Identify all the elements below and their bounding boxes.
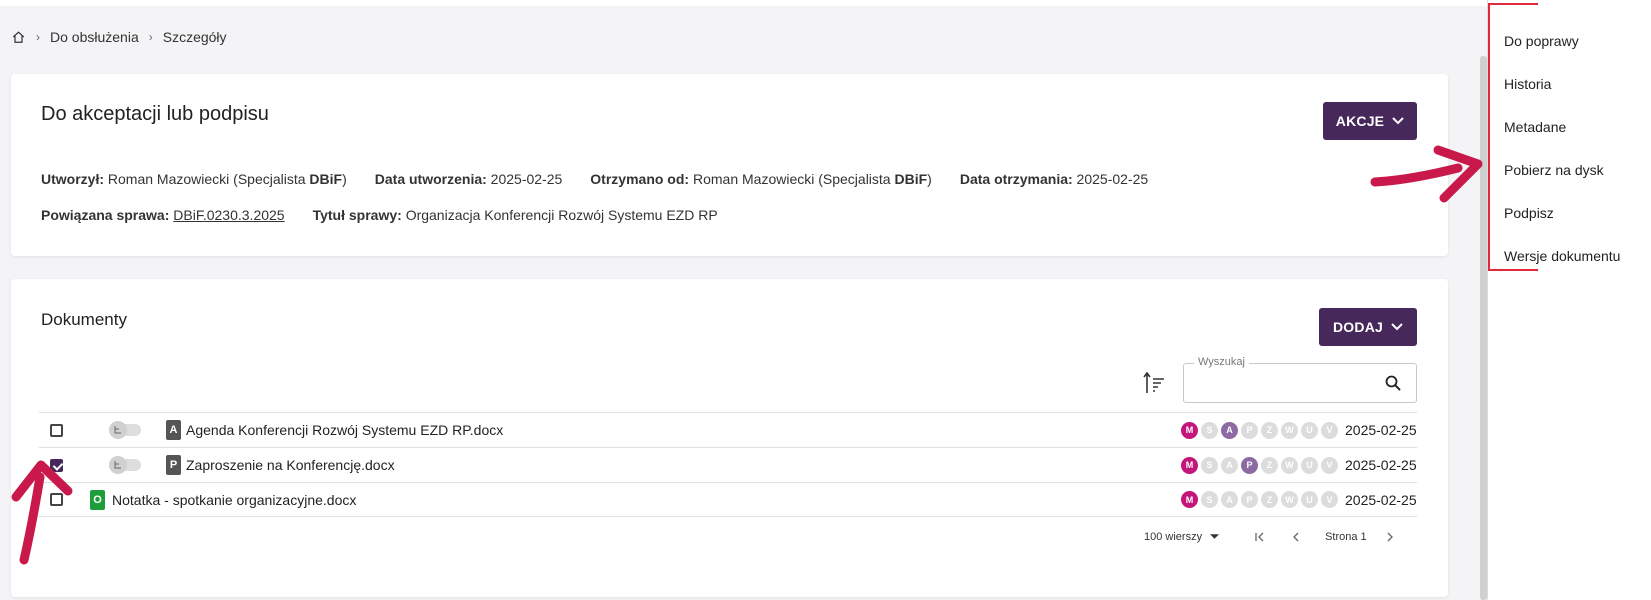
annotation-arrow-up-icon	[11, 460, 73, 565]
created-date: Data utworzenia: 2025-02-25	[374, 171, 563, 187]
received-date: Data otrzymania: 2025-02-25	[959, 171, 1149, 187]
document-name-link[interactable]: Notatka - spotkanie organizacyjne.docx	[112, 492, 356, 508]
status-indicators: M S A P Z W U V	[1181, 421, 1338, 439]
status-badge: W	[1281, 491, 1298, 508]
chevron-left-icon	[1293, 532, 1299, 542]
row-date: 2025-02-25	[1345, 422, 1417, 438]
status-badge: V	[1321, 491, 1338, 508]
toggle-switch[interactable]	[109, 421, 141, 439]
rows-per-page-value: 100 wierszy	[1144, 531, 1203, 543]
section-title: Dokumenty	[41, 310, 127, 329]
breadcrumb: › Do obsłużenia › Szczegóły	[11, 29, 227, 45]
status-badge: U	[1301, 456, 1318, 474]
breadcrumb-item-details: Szczegóły	[162, 29, 227, 45]
pagination: 100 wierszy Strona 1	[1144, 530, 1419, 544]
status-badge: Z	[1261, 491, 1278, 508]
row-date: 2025-02-25	[1345, 457, 1417, 473]
status-badge: A	[1221, 491, 1238, 508]
documents-table: A Agenda Konferencji Rozwój Systemu EZD …	[39, 412, 1417, 517]
meta-row: Powiązana sprawa: DBiF.0230.3.2025 Tytuł…	[41, 207, 746, 223]
status-badge: M	[1181, 491, 1198, 508]
home-icon[interactable]	[11, 30, 26, 44]
next-page-button[interactable]	[1383, 530, 1397, 544]
toggle-switch[interactable]	[109, 456, 141, 474]
documents-card: Dokumenty DODAJ Wyszukaj A Agenda Konfer…	[11, 279, 1448, 597]
add-button-label: DODAJ	[1332, 319, 1383, 335]
status-badge: M	[1181, 456, 1198, 474]
status-badge: V	[1321, 456, 1338, 474]
actions-button-label: AKCJE	[1335, 113, 1385, 129]
status-badge: S	[1201, 421, 1218, 439]
status-badge: V	[1321, 421, 1338, 439]
add-document-button[interactable]: DODAJ	[1319, 308, 1417, 346]
status-badge: P	[1241, 491, 1258, 508]
breadcrumb-item-to-handle[interactable]: Do obsłużenia	[50, 29, 139, 45]
document-type-badge: A	[166, 420, 181, 440]
table-row[interactable]: P Zaproszenie na Konferencję.docx M S A …	[39, 447, 1417, 482]
hierarchy-icon	[109, 421, 127, 439]
document-type-badge: P	[166, 455, 181, 475]
row-date: 2025-02-25	[1345, 491, 1417, 508]
row-checkbox[interactable]	[50, 423, 63, 437]
rows-per-page-select[interactable]: 100 wierszy	[1144, 531, 1220, 543]
received-from: Otrzymano od: Roman Mazowiecki (Specjali…	[590, 171, 932, 187]
chevron-right-icon	[1387, 532, 1393, 542]
document-header-card: Do akceptacji lub podpisu AKCJE Utworzył…	[11, 74, 1448, 256]
status-badge: S	[1201, 456, 1218, 474]
table-row[interactable]: O Notatka - spotkanie organizacyjne.docx…	[39, 482, 1417, 517]
document-name-link[interactable]: Zaproszenie na Konferencję.docx	[186, 457, 395, 473]
table-row[interactable]: A Agenda Konferencji Rozwój Systemu EZD …	[39, 412, 1417, 447]
page-indicator: Strona 1	[1325, 531, 1367, 543]
page-title: Do akceptacji lub podpisu	[41, 103, 269, 125]
search-box[interactable]: Wyszukaj	[1183, 356, 1417, 403]
hierarchy-icon	[109, 456, 127, 474]
case-title: Tytuł sprawy: Organizacja Konferencji Ro…	[312, 207, 718, 223]
status-badge: W	[1281, 421, 1298, 439]
search-input[interactable]	[1194, 372, 1374, 394]
status-badge: A	[1221, 456, 1238, 474]
related-case: Powiązana sprawa: DBiF.0230.3.2025	[41, 207, 285, 223]
first-page-icon	[1255, 532, 1264, 542]
main-content: › Do obsłużenia › Szczegóły Do akceptacj…	[0, 0, 1487, 600]
related-case-link[interactable]: DBiF.0230.3.2025	[173, 207, 284, 223]
status-badge: M	[1181, 421, 1198, 439]
search-icon[interactable]	[1384, 374, 1402, 392]
status-badge: P	[1241, 456, 1258, 474]
status-badge: Z	[1261, 456, 1278, 474]
status-badge: P	[1241, 421, 1258, 439]
created-by: Utworzył: Roman Mazowiecki (Specjalista …	[41, 171, 347, 187]
caret-down-icon	[1210, 534, 1220, 539]
annotation-bracket	[1488, 3, 1538, 271]
document-type-badge: O	[90, 489, 105, 510]
status-badge: U	[1301, 421, 1318, 439]
breadcrumb-separator-icon: ›	[148, 30, 153, 44]
search-label: Wyszukaj	[1194, 356, 1249, 368]
status-indicators: M S A P Z W U V	[1181, 456, 1338, 474]
previous-page-button[interactable]	[1289, 530, 1303, 544]
status-indicators: M S A P Z W U V	[1181, 491, 1338, 508]
actions-button[interactable]: AKCJE	[1323, 102, 1417, 140]
meta-row: Utworzył: Roman Mazowiecki (Specjalista …	[41, 171, 1176, 187]
status-badge: U	[1301, 491, 1318, 508]
chevron-down-icon	[1392, 117, 1404, 125]
status-badge: W	[1281, 456, 1298, 474]
annotation-arrow-right-icon	[1370, 145, 1483, 203]
status-badge: A	[1221, 421, 1238, 439]
breadcrumb-separator-icon: ›	[36, 30, 40, 44]
document-name-link[interactable]: Agenda Konferencji Rozwój Systemu EZD RP…	[186, 422, 503, 438]
vertical-scrollbar[interactable]	[1480, 56, 1487, 600]
sort-icon[interactable]	[1143, 371, 1165, 395]
first-page-button[interactable]	[1253, 530, 1267, 544]
status-badge: Z	[1261, 421, 1278, 439]
status-badge: S	[1201, 491, 1218, 508]
chevron-down-icon	[1391, 323, 1403, 331]
